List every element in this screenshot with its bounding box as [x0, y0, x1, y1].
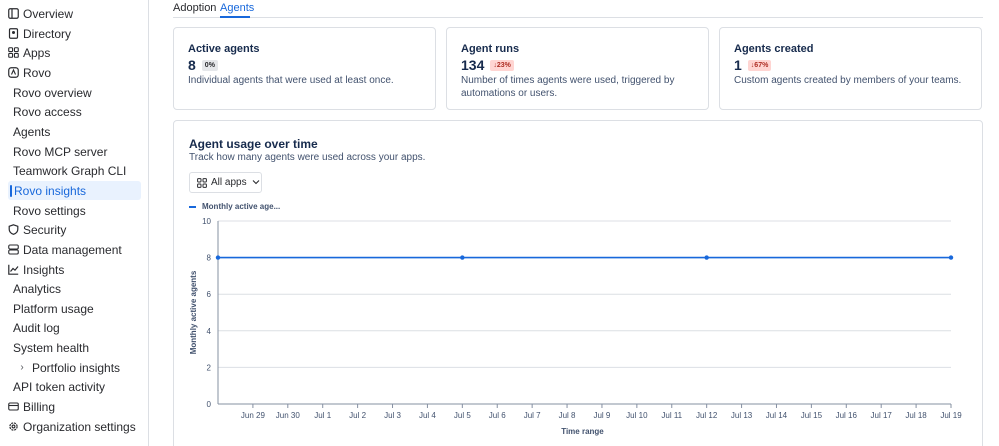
sidebar-item-label: Security — [23, 222, 67, 237]
sidebar-item-directory[interactable]: Directory — [0, 24, 141, 43]
chart-title: Agent usage over time — [189, 137, 318, 151]
sidebar-item-agents[interactable]: Agents — [0, 122, 141, 141]
card-description: Custom agents created by members of your… — [734, 75, 962, 86]
sidebar-item-label: Platform usage — [13, 301, 94, 316]
sidebar-item-analytics[interactable]: Analytics — [0, 279, 141, 298]
card-title: Agent runs — [461, 43, 520, 55]
sidebar-item-security[interactable]: Security — [0, 220, 141, 239]
card-title: Agents created — [734, 43, 814, 55]
sidebar-item-rovo-settings[interactable]: Rovo settings — [0, 201, 141, 220]
sidebar-item-teamwork-graph-cli[interactable]: Teamwork Graph CLI — [0, 161, 141, 180]
sidebar-item-billing[interactable]: Billing — [0, 397, 141, 416]
sidebar-item-label: Apps — [23, 45, 51, 60]
sidebar-item-label: Rovo access — [13, 104, 82, 119]
metric-value: 8 — [188, 57, 196, 73]
sidebar-item-label: Audit log — [13, 320, 60, 335]
tab-agents[interactable]: Agents — [220, 2, 254, 14]
sidebar-item-platform-usage[interactable]: Platform usage — [0, 299, 141, 318]
sidebar-item-label: Rovo settings — [13, 203, 86, 218]
active-tab-indicator — [220, 16, 250, 18]
sidebar-item-label: Data management — [23, 242, 122, 257]
directory-icon — [8, 28, 19, 39]
legend-label: Monthly active age... — [202, 202, 281, 211]
sidebar-item-label: Overview — [23, 6, 74, 21]
sidebar-item-insights[interactable]: Insights — [0, 260, 141, 279]
active-agents-card: Active agents 8 0% Individual agents tha… — [173, 27, 436, 110]
sidebar-item-label: Rovo overview — [13, 85, 92, 100]
chart-legend[interactable]: Monthly active age... — [189, 202, 280, 211]
sidebar: Overview Directory Apps Rovo Rovo overvi… — [0, 0, 149, 446]
gear-icon — [8, 421, 19, 432]
sidebar-item-label: System health — [13, 340, 90, 355]
sidebar-item-label: Insights — [23, 262, 65, 277]
insights-icon — [8, 264, 19, 275]
sidebar-item-data-management[interactable]: Data management — [0, 240, 141, 259]
metric-value: 1 — [734, 57, 742, 73]
sidebar-item-system-health[interactable]: System health — [0, 338, 141, 357]
rovo-icon — [8, 67, 19, 78]
card-title: Active agents — [188, 43, 260, 55]
agents-created-card: Agents created 1 ↓67% Custom agents crea… — [719, 27, 982, 110]
apps-icon — [197, 177, 207, 188]
sidebar-item-portfolio-insights[interactable]: › Portfolio insights — [0, 358, 141, 377]
billing-icon — [8, 401, 19, 412]
sidebar-item-label: Analytics — [13, 281, 62, 296]
sidebar-item-rovo-insights[interactable]: Rovo insights — [8, 181, 141, 200]
sidebar-item-label: Agents — [13, 124, 51, 139]
app-filter-dropdown[interactable]: All apps — [189, 172, 262, 193]
sidebar-item-label: Teamwork Graph CLI — [13, 163, 127, 178]
chevron-down-icon — [252, 177, 260, 188]
chevron-right-icon[interactable]: › — [17, 362, 27, 373]
shield-icon — [8, 224, 19, 235]
sidebar-item-rovo-mcp-server[interactable]: Rovo MCP server — [0, 142, 141, 161]
sidebar-item-overview[interactable]: Overview — [0, 4, 141, 23]
sidebar-item-organization-settings[interactable]: Organization settings — [0, 417, 141, 436]
sidebar-item-label: Rovo insights — [14, 183, 87, 198]
sidebar-item-label: Organization settings — [23, 419, 136, 434]
agent-runs-card: Agent runs 134 ↓23% Number of times agen… — [446, 27, 709, 110]
dropdown-label: All apps — [211, 177, 247, 188]
card-description: Individual agents that were used at leas… — [188, 75, 394, 86]
sidebar-item-api-token-activity[interactable]: API token activity — [0, 377, 141, 396]
sidebar-item-rovo[interactable]: Rovo — [0, 63, 141, 82]
card-description: Number of times agents were used, trigge… — [461, 75, 675, 99]
sidebar-item-label: Billing — [23, 399, 56, 414]
change-badge: ↓23% — [490, 59, 514, 71]
tab-bar: Adoption Agents — [173, 0, 983, 18]
sidebar-item-rovo-overview[interactable]: Rovo overview — [0, 83, 141, 102]
sidebar-item-label: API token activity — [13, 379, 106, 394]
database-icon — [8, 244, 19, 255]
sidebar-item-audit-log[interactable]: Audit log — [0, 318, 141, 337]
legend-swatch — [189, 205, 196, 208]
overview-icon — [8, 8, 19, 19]
sidebar-item-apps[interactable]: Apps — [0, 43, 141, 62]
sidebar-item-label: Rovo MCP server — [13, 144, 108, 159]
metric-value: 134 — [461, 57, 485, 73]
apps-icon — [8, 47, 19, 58]
sidebar-item-label: Portfolio insights — [32, 360, 121, 375]
chart-subtitle: Track how many agents were used across y… — [189, 152, 426, 163]
change-badge: ↓67% — [747, 59, 772, 71]
agent-usage-card: Agent usage over time Track how many age… — [173, 120, 983, 446]
sidebar-item-label: Directory — [23, 26, 72, 41]
tab-adoption[interactable]: Adoption — [173, 2, 216, 14]
change-badge: 0% — [201, 59, 218, 71]
sidebar-item-label: Rovo — [23, 65, 52, 80]
active-indicator — [10, 184, 12, 197]
sidebar-item-rovo-access[interactable]: Rovo access — [0, 102, 141, 121]
